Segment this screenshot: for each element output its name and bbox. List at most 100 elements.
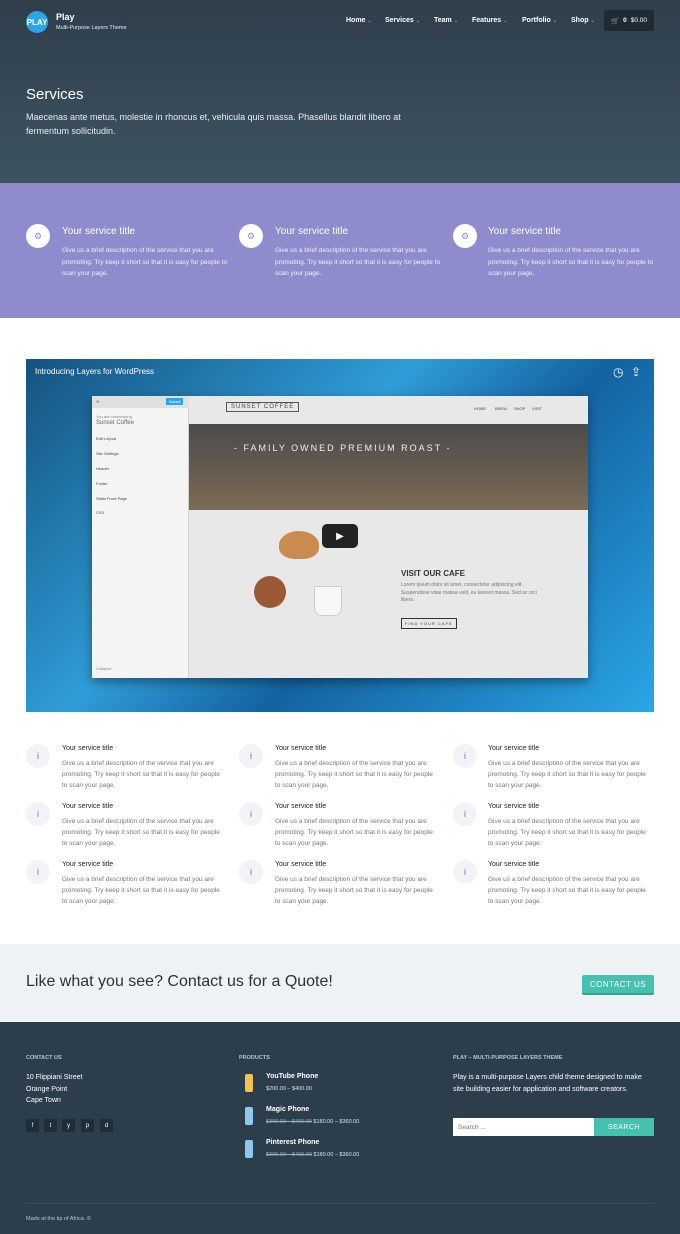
nav-shop[interactable]: Shop ⌄ bbox=[571, 17, 595, 24]
site-nav-item: HOME bbox=[474, 406, 486, 411]
customizer-panel: ✕ Saved You are customizing Sunset Coffe… bbox=[92, 396, 189, 678]
service-title: Your service title bbox=[62, 226, 135, 237]
nav-services[interactable]: Services ⌄ bbox=[385, 17, 420, 24]
product-image[interactable] bbox=[245, 1074, 253, 1092]
gear-icon: ⚙ bbox=[453, 224, 477, 248]
play-logo[interactable]: PLAY bbox=[26, 11, 48, 33]
panel-site: Sunset Coffee bbox=[96, 420, 134, 426]
panel-item: Static Front Page bbox=[96, 496, 127, 501]
nav-features[interactable]: Features ⌄ bbox=[472, 17, 507, 24]
site-nav-item: VISIT bbox=[532, 406, 543, 411]
clock-icon[interactable]: ◷ bbox=[613, 365, 623, 379]
product-old-price: $300.00 – $400.00 bbox=[266, 1119, 312, 1125]
gear-icon: ⚙ bbox=[239, 224, 263, 248]
dribbble-icon[interactable]: d bbox=[100, 1119, 113, 1132]
address-line: Orange Point bbox=[26, 1086, 68, 1093]
site-preview: SUNSET COFFEE HOME BREW SHOP VISIT - FAM… bbox=[189, 396, 588, 678]
service-description: Give us a brief description of the servi… bbox=[275, 818, 433, 847]
cart-total: $0.00 bbox=[630, 17, 647, 24]
mug-image bbox=[314, 586, 342, 616]
video-player[interactable]: Introducing Layers for WordPress ◷ ⇪ ✕ S… bbox=[26, 359, 654, 712]
nav-home[interactable]: Home ⌄ bbox=[346, 17, 372, 24]
nav-label: Portfolio bbox=[522, 17, 551, 24]
chevron-down-icon: ⌄ bbox=[367, 18, 372, 24]
twitter-icon[interactable]: t bbox=[44, 1119, 57, 1132]
info-icon: i bbox=[26, 802, 50, 826]
service-title: Your service title bbox=[488, 803, 540, 810]
info-icon: i bbox=[239, 802, 263, 826]
footer-heading-products: PRODUCTS bbox=[239, 1055, 270, 1061]
info-icon: i bbox=[453, 802, 477, 826]
footer-heading-contact: CONTACT US bbox=[26, 1055, 62, 1061]
page-description: Maecenas ante metus, molestie in rhoncus… bbox=[26, 112, 401, 136]
service-title: Your service title bbox=[275, 803, 327, 810]
nav-portfolio[interactable]: Portfolio ⌄ bbox=[522, 17, 557, 24]
footer-divider bbox=[26, 1203, 654, 1204]
service-title: Your service title bbox=[488, 745, 540, 752]
search-input[interactable] bbox=[453, 1118, 594, 1136]
site-name[interactable]: Play bbox=[56, 12, 75, 22]
service-title: Your service title bbox=[275, 226, 348, 237]
site-logo: SUNSET COFFEE bbox=[226, 402, 300, 412]
service-description: Give us a brief description of the servi… bbox=[275, 760, 433, 789]
service-title: Your service title bbox=[62, 745, 114, 752]
info-icon: i bbox=[26, 860, 50, 884]
cafe-description: Lorem ipsum dolor sit amet, consectetur … bbox=[401, 582, 537, 603]
close-icon: ✕ bbox=[96, 399, 100, 404]
cart-button[interactable]: 🛒 0 $0.00 bbox=[604, 10, 654, 31]
croissant-image bbox=[279, 531, 319, 559]
panel-item: Footer bbox=[96, 481, 108, 486]
nav-team[interactable]: Team ⌄ bbox=[434, 17, 458, 24]
play-icon[interactable]: ▶ bbox=[322, 524, 358, 548]
service-description: Give us a brief description of the servi… bbox=[488, 247, 654, 277]
gear-icon: ⚙ bbox=[26, 224, 50, 248]
youtube-icon[interactable]: y bbox=[62, 1119, 75, 1132]
service-title: Your service title bbox=[488, 226, 561, 237]
panel-item: Header bbox=[96, 466, 110, 471]
product-image[interactable] bbox=[245, 1140, 253, 1158]
panel-customizing: You are customizing bbox=[96, 414, 132, 419]
panel-item: CSS bbox=[96, 510, 105, 515]
product-name[interactable]: Magic Phone bbox=[266, 1106, 309, 1113]
product-image[interactable] bbox=[245, 1107, 253, 1125]
nav-label: Features bbox=[472, 17, 502, 24]
service-title: Your service title bbox=[275, 745, 327, 752]
service-description: Give us a brief description of the servi… bbox=[488, 876, 646, 905]
product-price: $300.00 – $400.00 $180.00 – $360.00 bbox=[266, 1119, 359, 1125]
cart-icon: 🛒 bbox=[611, 17, 620, 25]
service-title: Your service title bbox=[488, 861, 540, 868]
product-sale-price: $180.00 – $360.00 bbox=[313, 1119, 360, 1125]
facebook-icon[interactable]: f bbox=[26, 1119, 39, 1132]
nav-label: Services bbox=[385, 17, 414, 24]
panel-item: Site Settings bbox=[96, 451, 119, 456]
chevron-down-icon: ⌄ bbox=[503, 18, 508, 24]
service-description: Give us a brief description of the servi… bbox=[62, 760, 220, 789]
product-price: $200.00 – $400.00 bbox=[266, 1086, 312, 1092]
service-description: Give us a brief description of the servi… bbox=[275, 876, 433, 905]
search-button[interactable]: SEARCH bbox=[594, 1118, 654, 1136]
service-description: Give us a brief description of the servi… bbox=[488, 760, 646, 789]
chevron-down-icon: ⌄ bbox=[453, 18, 458, 24]
service-description: Give us a brief description of the servi… bbox=[488, 818, 646, 847]
share-icon[interactable]: ⇪ bbox=[631, 365, 641, 379]
address-line: 10 Flippiani Street bbox=[26, 1074, 83, 1081]
service-description: Give us a brief description of the servi… bbox=[62, 876, 220, 905]
nav-label: Shop bbox=[571, 17, 589, 24]
service-description: Give us a brief description of the servi… bbox=[62, 247, 228, 277]
find-cafe-button: FIND YOUR CAFE bbox=[401, 618, 457, 629]
pinterest-icon[interactable]: p bbox=[81, 1119, 94, 1132]
chevron-down-icon: ⌄ bbox=[415, 18, 421, 24]
copyright: Made at the tip of Africa. © bbox=[26, 1216, 91, 1222]
info-icon: i bbox=[453, 744, 477, 768]
address-line: Cape Town bbox=[26, 1097, 61, 1104]
product-name[interactable]: Pinterest Phone bbox=[266, 1139, 319, 1146]
cart-count: 0 bbox=[623, 17, 627, 24]
product-name[interactable]: YouTube Phone bbox=[266, 1073, 318, 1080]
cta-text: Like what you see? Contact us for a Quot… bbox=[26, 973, 333, 990]
product-price: $300.00 – $400.00 $180.00 – $360.00 bbox=[266, 1152, 359, 1158]
video-title[interactable]: Introducing Layers for WordPress bbox=[35, 367, 154, 376]
nav-label: Home bbox=[346, 17, 366, 24]
info-icon: i bbox=[26, 744, 50, 768]
site-hero-image: - FAMILY OWNED PREMIUM ROAST - bbox=[189, 424, 588, 510]
contact-us-button[interactable]: CONTACT US bbox=[582, 975, 654, 995]
